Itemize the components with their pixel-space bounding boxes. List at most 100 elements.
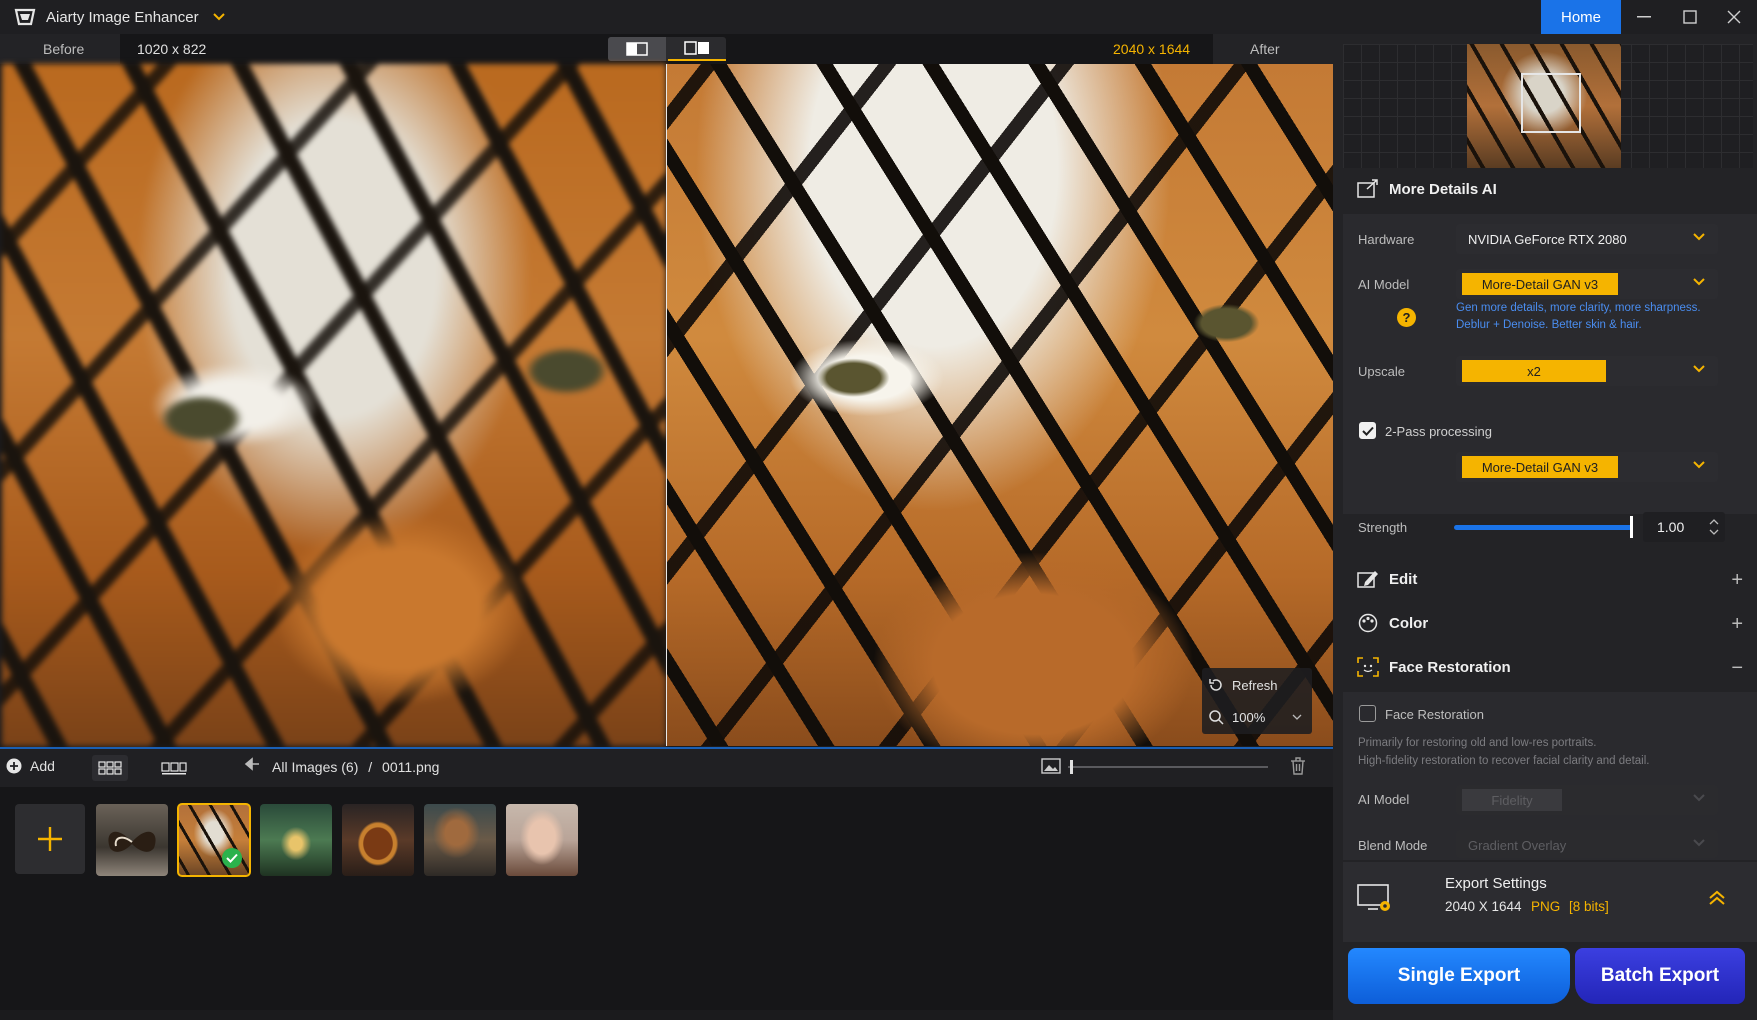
split-view-icon[interactable] xyxy=(668,37,726,61)
thumbnail-dog-goggles[interactable] xyxy=(424,804,496,876)
chevron-down-icon xyxy=(1693,461,1705,469)
two-pass-checkbox[interactable] xyxy=(1359,422,1376,439)
breadcrumb: All Images (6) / 0011.png xyxy=(272,759,439,775)
filmstrip-view-icon[interactable] xyxy=(156,755,192,781)
face-desc-line-2: High-fidelity restoration to recover fac… xyxy=(1358,755,1650,767)
thumbnail-size-slider-handle[interactable] xyxy=(1070,760,1073,774)
title-bar xyxy=(0,0,1757,34)
chevron-down-icon xyxy=(1693,233,1705,241)
close-icon[interactable] xyxy=(1711,0,1757,34)
single-export-button[interactable]: Single Export xyxy=(1348,948,1570,1004)
single-view-icon[interactable] xyxy=(608,37,666,61)
strength-slider[interactable] xyxy=(1454,525,1632,530)
ai-model-value: More-Detail GAN v3 xyxy=(1462,273,1618,295)
maximize-icon[interactable] xyxy=(1667,0,1713,34)
after-label: After xyxy=(1250,41,1280,57)
thumbnail-size-slider[interactable] xyxy=(1068,766,1268,768)
strength-input[interactable]: 1.00 xyxy=(1643,512,1725,542)
face-ai-model-select[interactable]: Fidelity xyxy=(1456,785,1718,815)
hardware-label: Hardware xyxy=(1358,232,1415,247)
blend-mode-label: Blend Mode xyxy=(1358,838,1428,853)
section-edit[interactable]: Edit + xyxy=(1343,558,1757,600)
section-face-title: Face Restoration xyxy=(1389,658,1511,676)
refresh-button[interactable]: Refresh xyxy=(1208,672,1278,698)
section-more-details: More Details AI xyxy=(1343,168,1757,210)
hardware-select[interactable]: NVIDIA GeForce RTX 2080 xyxy=(1456,224,1718,254)
thumbnail-fairy-lantern[interactable] xyxy=(260,804,332,876)
expand-plus-icon[interactable]: + xyxy=(1731,569,1743,592)
two-pass-model-select[interactable]: More-Detail GAN v3 xyxy=(1456,452,1718,482)
blend-mode-select[interactable]: Gradient Overlay xyxy=(1456,830,1718,858)
add-label: Add xyxy=(30,758,55,774)
after-image[interactable] xyxy=(667,64,1333,746)
zoom-panel: Refresh 100% xyxy=(1202,668,1312,734)
upscale-value: x2 xyxy=(1462,360,1606,382)
expand-plus-icon[interactable]: + xyxy=(1731,613,1743,636)
ai-model-label: AI Model xyxy=(1358,277,1410,292)
export-settings-title: Export Settings xyxy=(1445,875,1547,892)
ai-model-select[interactable]: More-Detail GAN v3 xyxy=(1456,269,1718,299)
export-bit-depth: [8 bits] xyxy=(1569,899,1609,914)
export-format: PNG xyxy=(1531,899,1561,914)
add-circle-icon xyxy=(6,758,22,774)
before-label: Before xyxy=(43,41,85,57)
app-title: Aiarty Image Enhancer xyxy=(46,9,199,26)
face-ai-model-value: Fidelity xyxy=(1462,789,1562,811)
face-restoration-description: Primarily for restoring old and low-res … xyxy=(1358,734,1748,770)
trash-icon[interactable] xyxy=(1289,756,1307,779)
expand-up-icon[interactable] xyxy=(1708,890,1726,909)
thumbnail-tiger[interactable] xyxy=(177,803,251,877)
before-size: 1020 x 822 xyxy=(137,41,207,57)
grid-view-icon[interactable] xyxy=(92,755,128,781)
stepper-icon xyxy=(1709,519,1719,535)
strength-value: 1.00 xyxy=(1657,519,1685,535)
batch-export-button[interactable]: Batch Export xyxy=(1575,948,1745,1004)
blend-mode-value: Gradient Overlay xyxy=(1468,838,1567,853)
navigator-viewport-box[interactable] xyxy=(1521,73,1581,133)
section-edit-title: Edit xyxy=(1389,570,1418,588)
zoom-icon xyxy=(1209,710,1224,725)
strength-slider-handle[interactable] xyxy=(1630,516,1633,538)
upscale-label: Upscale xyxy=(1358,364,1405,379)
add-image-tile[interactable] xyxy=(15,804,85,874)
chevron-down-icon xyxy=(1693,839,1705,847)
thumbnail-size-icon xyxy=(1041,757,1061,778)
export-monitor-icon xyxy=(1357,882,1393,917)
help-icon[interactable]: ? xyxy=(1397,308,1416,327)
home-button[interactable]: Home xyxy=(1541,0,1621,34)
collapse-minus-icon[interactable]: − xyxy=(1731,657,1743,680)
refresh-label: Refresh xyxy=(1232,677,1278,693)
section-face-restoration[interactable]: Face Restoration − xyxy=(1343,646,1757,688)
app-menu-chevron-icon[interactable] xyxy=(212,10,226,25)
two-pass-label: 2-Pass processing xyxy=(1385,424,1492,439)
selected-check-icon xyxy=(222,848,242,868)
zoom-select[interactable]: 100% xyxy=(1208,704,1306,730)
edit-icon xyxy=(1357,571,1378,588)
face-ai-model-label: AI Model xyxy=(1358,792,1410,807)
palette-icon xyxy=(1358,613,1378,633)
ai-model-desc-line-2: Deblur + Denoise. Better skin & hair. xyxy=(1456,319,1642,331)
section-color[interactable]: Color + xyxy=(1343,602,1757,644)
chevron-down-icon xyxy=(1693,365,1705,373)
face-restoration-checkbox[interactable] xyxy=(1359,705,1376,722)
chevron-down-icon xyxy=(1693,794,1705,802)
chevron-down-icon xyxy=(1693,278,1705,286)
compare-divider[interactable] xyxy=(666,64,667,746)
hardware-value: NVIDIA GeForce RTX 2080 xyxy=(1468,232,1627,247)
breadcrumb-file: 0011.png xyxy=(382,759,440,775)
before-image[interactable] xyxy=(2,64,666,746)
breadcrumb-all-images[interactable]: All Images (6) xyxy=(272,759,358,775)
thumbnail-burger[interactable] xyxy=(342,804,414,876)
app-logo-icon xyxy=(14,7,36,27)
view-mode-toggle xyxy=(608,37,726,61)
section-more-details-title: More Details AI xyxy=(1389,180,1497,198)
thumbnail-butterfly[interactable] xyxy=(96,804,168,876)
minimize-icon[interactable] xyxy=(1621,0,1667,34)
refresh-icon xyxy=(1209,679,1222,691)
add-button[interactable]: Add xyxy=(6,758,55,774)
chevron-down-icon xyxy=(1292,714,1302,720)
after-size: 2040 x 1644 xyxy=(1113,41,1191,57)
back-arrow-icon[interactable] xyxy=(244,757,260,774)
upscale-select[interactable]: x2 xyxy=(1456,356,1718,386)
thumbnail-portrait-woman[interactable] xyxy=(506,804,578,876)
